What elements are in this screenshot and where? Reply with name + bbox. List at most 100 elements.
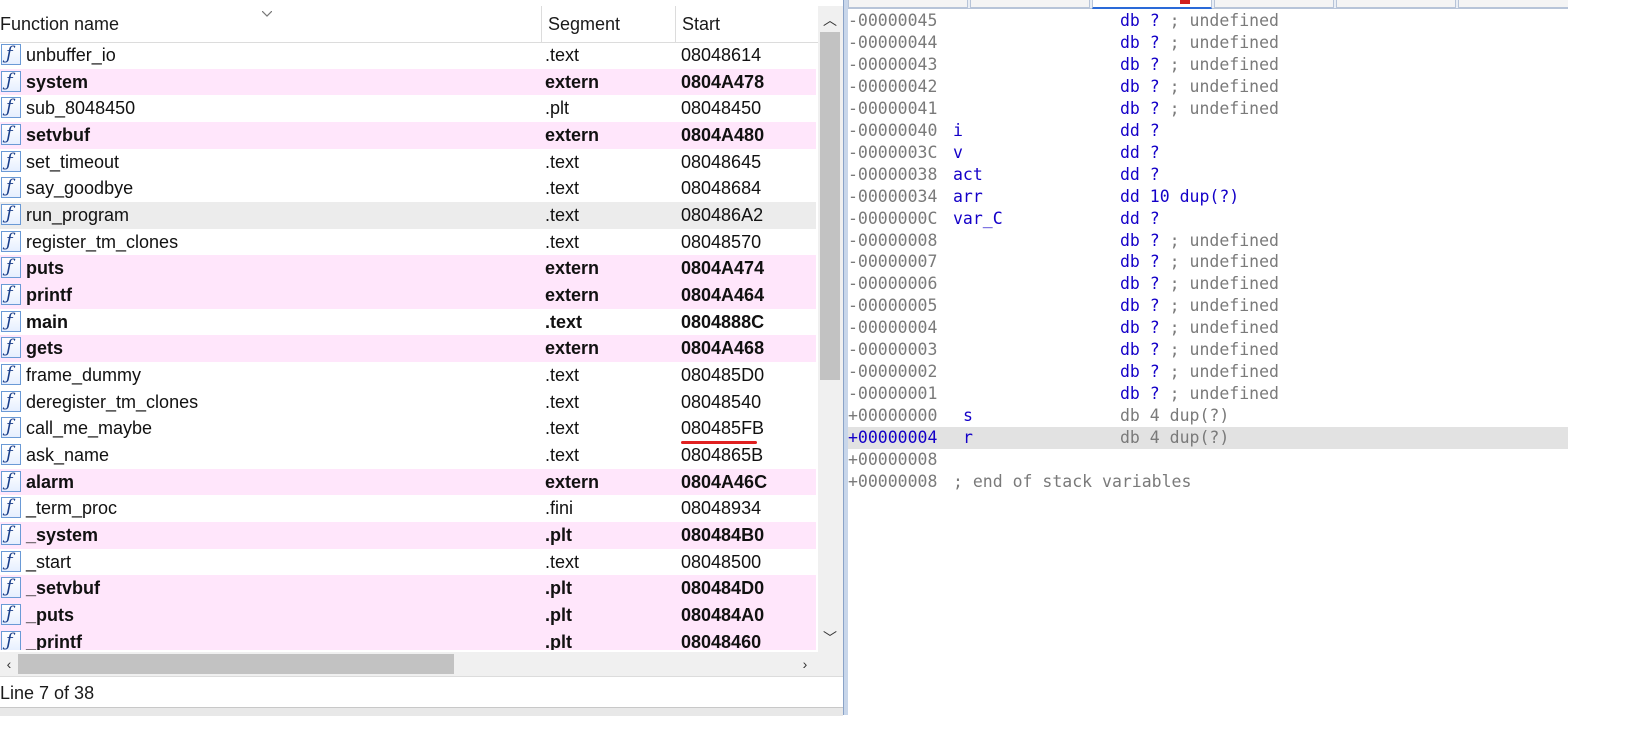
stack-row[interactable]: +00000004 r db 4 dup(?): [848, 427, 1568, 450]
stack-row[interactable]: +00000000 s db 4 dup(?): [848, 405, 1568, 427]
start-address-cell: 080484A0: [681, 605, 765, 626]
stack-row[interactable]: -00000038 act dd ?: [848, 164, 1568, 186]
stack-var-name: var_C: [953, 208, 1003, 228]
function-row[interactable]: _start .text 08048500: [0, 549, 816, 576]
stack-row[interactable]: -00000034 arr dd 10 dup(?): [848, 186, 1568, 208]
function-row[interactable]: deregister_tm_clones .text 08048540: [0, 389, 816, 416]
stack-var-name: arr: [953, 186, 983, 206]
stack-var-name: i: [953, 120, 963, 140]
function-name-cell: _start: [26, 551, 72, 572]
tab-close-icon[interactable]: [1180, 0, 1190, 4]
tab[interactable]: [1214, 0, 1334, 8]
function-icon: [1, 256, 21, 279]
scroll-down-icon[interactable]: ﹀: [821, 628, 839, 648]
function-row[interactable]: ask_name .text 0804865B: [0, 442, 816, 469]
stack-row[interactable]: -00000006 db ? ; undefined: [848, 273, 1568, 295]
column-header-start[interactable]: Start: [676, 6, 818, 42]
function-row[interactable]: register_tm_clones .text 08048570: [0, 229, 816, 256]
function-icon: [1, 576, 21, 599]
tab[interactable]: [1458, 0, 1568, 8]
scrollbar-corner: [818, 652, 843, 676]
stack-row[interactable]: -00000002 db ? ; undefined: [848, 361, 1568, 383]
stack-offset: -00000043: [848, 54, 938, 74]
function-name-cell: _term_proc: [26, 498, 118, 519]
function-row[interactable]: say_goodbye .text 08048684: [0, 175, 816, 202]
stack-var-name: s: [963, 406, 973, 426]
function-row[interactable]: frame_dummy .text 080485D0: [0, 362, 816, 389]
function-row[interactable]: printf extern 0804A464: [0, 282, 816, 309]
function-row[interactable]: unbuffer_io .text 08048614: [0, 42, 816, 69]
stack-row[interactable]: -0000003C v dd ?: [848, 142, 1568, 164]
stack-var-declaration: dd ?: [1120, 208, 1160, 228]
function-row[interactable]: call_me_maybe .text 080485FB: [0, 415, 816, 445]
horizontal-scroll-thumb[interactable]: [18, 654, 454, 674]
segment-cell: extern: [545, 285, 600, 306]
function-name-cell: _printf: [26, 631, 82, 650]
function-name-cell: _puts: [26, 605, 75, 626]
scroll-up-icon[interactable]: ︿: [821, 10, 839, 30]
stack-row[interactable]: -00000003 db ? ; undefined: [848, 339, 1568, 361]
start-address-cell: 080484B0: [681, 525, 765, 546]
stack-offset: -00000008: [848, 230, 938, 250]
start-address-cell: 08048460: [681, 631, 762, 650]
column-header-segment[interactable]: Segment: [542, 6, 676, 42]
stack-offset: -00000002: [848, 362, 938, 382]
stack-offset: -00000038: [848, 164, 938, 184]
function-row[interactable]: system extern 0804A478: [0, 68, 816, 96]
stack-row[interactable]: -00000008 db ? ; undefined: [848, 230, 1568, 252]
function-row[interactable]: _puts .plt 080484A0: [0, 602, 816, 629]
bottom-panel-edge: [0, 707, 843, 716]
stack-offset: -0000003C: [848, 142, 938, 162]
stack-row[interactable]: -00000045 db ? ; undefined: [848, 10, 1568, 32]
scroll-left-icon[interactable]: ‹: [0, 654, 18, 674]
stack-row[interactable]: +00000008 ; end of stack variables: [848, 471, 1568, 493]
function-row[interactable]: sub_8048450 .plt 08048450: [0, 95, 816, 122]
tab[interactable]: [848, 0, 968, 8]
function-row[interactable]: _setvbuf .plt 080484D0: [0, 575, 816, 603]
function-row[interactable]: _system .plt 080484B0: [0, 522, 816, 549]
segment-cell: .text: [545, 418, 580, 439]
function-row[interactable]: alarm extern 0804A46C: [0, 468, 816, 496]
tab[interactable]: [1336, 0, 1456, 8]
function-name-cell: unbuffer_io: [26, 45, 116, 65]
stack-row[interactable]: +00000008: [848, 449, 1568, 471]
vertical-scroll-thumb[interactable]: [820, 32, 840, 380]
stack-row[interactable]: -00000007 db ? ; undefined: [848, 251, 1568, 273]
function-name-cell: ask_name: [26, 445, 110, 466]
horizontal-scrollbar[interactable]: ‹ ›: [0, 652, 818, 676]
stack-row[interactable]: -00000004 db ? ; undefined: [848, 317, 1568, 339]
scroll-right-icon[interactable]: ›: [796, 654, 814, 674]
function-row[interactable]: set_timeout .text 08048645: [0, 149, 816, 176]
stack-var-declaration: db 4 dup(?): [1120, 428, 1230, 448]
functions-window: Function name Segment Start unbuffer_io.…: [0, 0, 843, 716]
function-icon: [1, 336, 21, 359]
stack-var-declaration: dd ?: [1120, 164, 1160, 184]
function-row[interactable]: setvbuf extern 0804A480: [0, 122, 816, 149]
function-row[interactable]: run_program .text 080486A2: [0, 202, 816, 229]
function-icon: [1, 470, 21, 492]
segment-cell: .plt: [545, 605, 572, 626]
stack-offset: -00000040: [848, 120, 938, 140]
tab[interactable]: [970, 0, 1090, 8]
function-list[interactable]: unbuffer_io .text 08048614 system extern 0804…: [0, 42, 816, 650]
stack-row[interactable]: -00000044 db ? ; undefined: [848, 32, 1568, 54]
function-row[interactable]: _term_proc .fini 08048934: [0, 495, 816, 522]
stack-row[interactable]: -00000043 db ? ; undefined: [848, 54, 1568, 76]
function-row[interactable]: gets extern 0804A468: [0, 335, 816, 363]
stack-row[interactable]: -00000042 db ? ; undefined: [848, 76, 1568, 98]
stack-row[interactable]: -00000005 db ? ; undefined: [848, 295, 1568, 317]
stack-row[interactable]: -0000000C var_C dd ?: [848, 208, 1568, 230]
vertical-scrollbar[interactable]: ︿ ﹀: [818, 6, 843, 652]
sort-descending-icon: [262, 11, 272, 17]
tab-active[interactable]: [1092, 0, 1212, 9]
function-name-cell: deregister_tm_clones: [26, 391, 199, 412]
segment-cell: .text: [545, 45, 580, 65]
stack-row[interactable]: -00000041 db ? ; undefined: [848, 98, 1568, 120]
stack-offset: -00000006: [848, 274, 938, 294]
stack-row[interactable]: -00000040 i dd ?: [848, 120, 1568, 142]
stack-offset: -00000003: [848, 340, 938, 360]
function-row[interactable]: main .text 0804888C: [0, 309, 816, 336]
function-row[interactable]: _printf .plt 08048460: [0, 628, 816, 650]
stack-row[interactable]: -00000001 db ? ; undefined: [848, 383, 1568, 405]
function-row[interactable]: puts extern 0804A474: [0, 255, 816, 283]
